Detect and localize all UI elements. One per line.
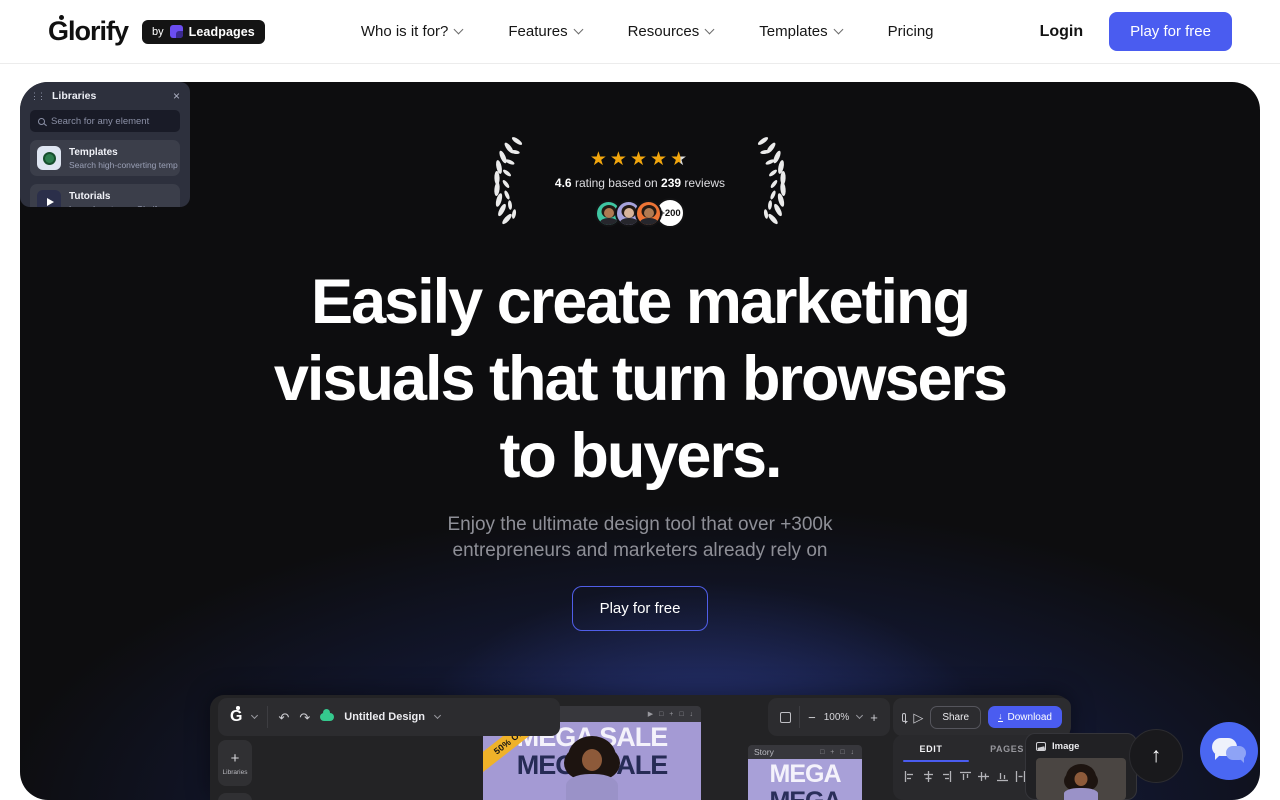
arrow-up-icon: ↑ [1151,744,1162,768]
image-icon [1036,742,1046,751]
chevron-down-icon [856,712,863,719]
comment-icon[interactable] [902,713,906,722]
hero-section: ★★★★★ 4.6 rating based on 239 reviews +2… [20,82,1260,800]
reviewer-avatars: +200 [595,198,685,228]
align-right-icon[interactable] [941,771,952,782]
nav-item-pricing[interactable]: Pricing [888,23,934,40]
edit-pages-panel: EDIT PAGES [893,735,1045,800]
model-photo [552,736,632,800]
star-icon: ★ [590,149,610,170]
leadpages-label: Leadpages [189,25,255,39]
text-tool-button[interactable]: T [218,793,252,800]
chevron-down-icon [573,25,583,35]
chevron-down-icon [833,25,843,35]
glorify-app-logo[interactable]: G [230,708,242,726]
chevron-down-icon [434,712,441,719]
align-bottom-icon[interactable] [997,771,1008,782]
image-layer-panel[interactable]: Image [1025,733,1137,800]
avatar [635,200,662,227]
search-icon [38,118,45,125]
chevron-down-icon [251,712,258,719]
star-rating: ★★★★★ [590,150,690,169]
scroll-to-top-button[interactable]: ↑ [1129,729,1183,783]
present-icon[interactable]: ▷ [913,711,923,724]
chevron-down-icon [454,25,464,35]
fit-frame-icon[interactable] [780,712,791,723]
top-navbar: Glorify by Leadpages Who is it for? Feat… [0,0,1280,64]
zoom-out-icon[interactable]: − [808,711,816,724]
align-middle-vertical-icon[interactable] [978,771,989,782]
by-label: by [152,26,164,38]
zoom-controls: − 100% + [768,698,890,736]
document-title[interactable]: Untitled Design [344,711,425,723]
libraries-panel-title: Libraries [52,90,96,102]
glorify-logo[interactable]: Glorify [48,16,128,47]
close-icon[interactable]: × [173,89,180,103]
image-thumbnail [1036,758,1126,800]
align-left-icon[interactable] [904,771,915,782]
divider [267,706,268,728]
nav-item-templates[interactable]: Templates [759,23,841,40]
left-tool-strip: + Libraries T [218,740,252,800]
redo-icon[interactable]: ↷ [299,711,310,724]
star-icon: ★ [650,149,670,170]
artboard-actions-icons[interactable]: ▶ □ + □ ↓ [648,710,695,718]
artboard-actions-icons[interactable]: □ + □ ↓ [820,749,856,756]
play-for-free-button[interactable]: Play for free [1109,12,1232,51]
artboard-label: Story [754,747,774,757]
hero-play-for-free-button[interactable]: Play for free [572,586,709,631]
tab-edit[interactable]: EDIT [893,744,969,754]
chat-widget-button[interactable] [1200,722,1258,780]
nav-menu: Who is it for? Features Resources Templa… [361,23,934,40]
nav-item-resources[interactable]: Resources [628,23,714,40]
star-half-icon: ★ [670,149,690,170]
nav-actions: Login Play for free [1040,12,1232,51]
alignment-toolbar [893,762,1045,782]
rating-text: 4.6 rating based on 239 reviews [555,176,725,190]
story-artboard[interactable]: Story □ + □ ↓ MEGA MEGA [748,745,862,800]
divider [799,706,800,728]
star-icon: ★ [630,149,650,170]
align-center-horizontal-icon[interactable] [923,771,934,782]
login-link[interactable]: Login [1040,23,1084,41]
undo-icon[interactable]: ↶ [278,711,289,724]
leadpages-icon [170,25,183,38]
rating-badge: ★★★★★ 4.6 rating based on 239 reviews +2… [20,136,1260,228]
chevron-down-icon [705,25,715,35]
laurel-right-icon [755,136,789,228]
by-leadpages-badge[interactable]: by Leadpages [142,20,265,44]
search-input[interactable]: Search for any element [30,110,180,132]
share-toolbar: ▷ Share ↓ Download [893,698,1071,736]
nav-item-who-is-it-for[interactable]: Who is it for? [361,23,463,40]
cloud-saved-icon [320,713,334,721]
share-button[interactable]: Share [930,706,981,729]
download-button[interactable]: ↓ Download [988,706,1062,728]
nav-item-features[interactable]: Features [508,23,581,40]
libraries-tool-button[interactable]: + Libraries [218,740,252,786]
align-top-icon[interactable] [960,771,971,782]
page-title: Easily create marketing visuals that tur… [20,264,1260,495]
zoom-level[interactable]: 100% [824,712,850,723]
editor-toolbar: G ↶ ↷ Untitled Design [218,698,560,736]
star-icon: ★ [610,149,630,170]
logo-dot [59,15,64,20]
zoom-in-icon[interactable]: + [870,711,878,724]
logo-text: Glorify [48,16,128,46]
laurel-left-icon [491,136,525,228]
download-icon: ↓ [998,712,1003,723]
hero-subtitle: Enjoy the ultimate design tool that over… [20,512,1260,564]
drag-handle-icon[interactable]: ⋮⋮ [30,91,44,102]
plus-icon: + [231,751,240,766]
chat-bubble-icon [1226,746,1246,760]
